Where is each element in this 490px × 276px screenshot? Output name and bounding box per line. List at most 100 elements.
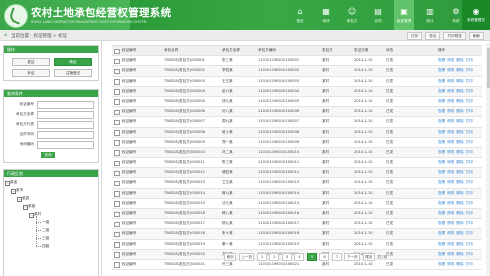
row-action-link[interactable]: 查看 (438, 68, 445, 73)
row-checkbox[interactable] (114, 150, 120, 156)
row-action-link[interactable]: 打印 (466, 252, 473, 257)
action-button[interactable]: 补证 (12, 69, 50, 77)
table-row[interactable]: 权证编号 T98328(发包方)000003 王五某 1101011980101000… (112, 77, 482, 87)
table-row[interactable]: 权证编号 T98328(发包方)000013 卫五某 1101011980101000… (112, 178, 482, 189)
row-checkbox[interactable] (114, 130, 120, 136)
tree-node[interactable]: 一组 (42, 220, 49, 225)
page-number-button[interactable]: 1 (256, 253, 267, 261)
row-action-link[interactable]: 打印 (466, 89, 473, 94)
row-action-link[interactable]: 查看 (438, 180, 445, 185)
row-action-link[interactable]: 查看 (438, 201, 445, 206)
row-checkbox[interactable] (114, 242, 120, 248)
row-action-link[interactable]: 查看 (438, 242, 445, 247)
row-action-link[interactable]: 打印 (466, 160, 473, 165)
page-number-button[interactable]: 6 (319, 253, 330, 261)
table-row[interactable]: 权证编号 T98328(发包方)000017 杨九某 1101011980101000… (112, 219, 482, 230)
row-action-link[interactable]: 删除 (456, 89, 463, 94)
row-action-link[interactable]: 删除 (456, 58, 463, 63)
action-button[interactable]: 换证 (54, 58, 92, 66)
tree-node[interactable]: 某市 (16, 188, 23, 193)
row-action-link[interactable]: 打印 (466, 130, 473, 135)
nav-item-5[interactable]: ▣ 权证管理 (394, 0, 414, 30)
tree-node[interactable]: 三组 (42, 236, 49, 241)
row-action-link[interactable]: 打印 (466, 150, 473, 155)
page-number-button[interactable]: 4 (294, 253, 305, 261)
row-action-link[interactable]: 删除 (456, 180, 463, 185)
row-checkbox[interactable] (114, 140, 120, 146)
row-action-link[interactable]: 修改 (447, 160, 454, 165)
table-row[interactable]: 权证编号 T98328(发包方)000018 朱十某 1101011980101000… (112, 229, 482, 240)
tree-node[interactable]: 某县 (22, 196, 29, 201)
row-checkbox[interactable] (114, 211, 120, 217)
row-action-link[interactable]: 删除 (456, 130, 463, 135)
row-action-link[interactable]: 删除 (456, 140, 463, 145)
row-action-link[interactable]: 查看 (438, 58, 445, 63)
row-action-link[interactable]: 打印 (466, 79, 473, 84)
row-action-link[interactable]: 删除 (456, 119, 463, 124)
row-action-link[interactable]: 删除 (456, 242, 463, 247)
scrollbar[interactable] (486, 43, 490, 275)
row-action-link[interactable]: 删除 (456, 109, 463, 114)
row-checkbox[interactable] (114, 68, 120, 75)
row-action-link[interactable]: 查看 (438, 109, 445, 114)
table-row[interactable]: 权证编号 T98328(发包方)000019 秦一某 1101011980101000… (112, 240, 482, 250)
next-page-button[interactable]: 下一页 (344, 253, 361, 261)
row-action-link[interactable]: 修改 (447, 170, 454, 175)
row-action-link[interactable]: 打印 (466, 262, 473, 267)
row-action-link[interactable]: 查看 (438, 252, 445, 257)
tree-node[interactable]: 某镇 (28, 204, 35, 209)
column-header[interactable]: 承包方名称 (222, 48, 240, 53)
toolbar-button[interactable]: 打印 (407, 31, 423, 40)
row-action-link[interactable]: 查看 (438, 119, 445, 124)
action-button[interactable]: 发证 (12, 58, 50, 66)
row-checkbox[interactable] (114, 262, 120, 268)
page-number-button[interactable]: 7 (331, 253, 342, 261)
row-action-link[interactable]: 查看 (438, 79, 445, 84)
row-action-link[interactable]: 查看 (438, 262, 445, 267)
row-action-link[interactable]: 删除 (456, 201, 463, 206)
row-action-link[interactable]: 修改 (447, 201, 454, 206)
table-row[interactable]: 权证编号 T98328(发包方)000014 蒋六某 1101011980101000… (112, 188, 482, 199)
toolbar-button[interactable]: 刷新 (468, 31, 484, 40)
table-row[interactable]: 权证编号 T98328(发包方)000001 张三某 1101011980101000… (112, 56, 482, 67)
page-number-button[interactable]: 3 (281, 253, 292, 261)
row-action-link[interactable]: 打印 (466, 221, 473, 226)
page-number-button[interactable]: 2 (269, 253, 280, 261)
column-header[interactable]: 操作 (438, 48, 445, 53)
column-header[interactable]: 发包方 (322, 48, 333, 53)
row-action-link[interactable]: 修改 (447, 150, 454, 155)
row-action-link[interactable]: 打印 (466, 211, 473, 216)
query-button[interactable]: 查询 (41, 152, 55, 158)
table-row[interactable]: 权证编号 T98328(发包方)000021 许三某 1101011980101000… (112, 260, 482, 271)
query-field-input[interactable] (37, 110, 94, 119)
row-action-link[interactable]: 修改 (447, 242, 454, 247)
row-action-link[interactable]: 打印 (466, 58, 473, 63)
row-action-link[interactable]: 查看 (438, 160, 445, 165)
row-action-link[interactable]: 修改 (447, 262, 454, 267)
row-action-link[interactable]: 打印 (466, 68, 473, 73)
tree-node[interactable]: 某省 (10, 180, 17, 185)
row-action-link[interactable]: 修改 (447, 89, 454, 94)
row-action-link[interactable]: 查看 (438, 231, 445, 236)
row-checkbox[interactable] (114, 109, 120, 116)
query-field-input[interactable] (37, 100, 94, 109)
user-menu[interactable]: ◉ 系统管理员 (462, 0, 490, 30)
row-action-link[interactable]: 查看 (438, 140, 445, 145)
row-action-link[interactable]: 修改 (447, 140, 454, 145)
select-all-checkbox[interactable] (114, 48, 120, 54)
column-header[interactable]: 承包方编码 (258, 48, 276, 53)
row-action-link[interactable]: 打印 (466, 231, 473, 236)
row-action-link[interactable]: 删除 (456, 150, 463, 155)
nav-item-2[interactable]: ▦ 地块 (316, 0, 336, 30)
column-header[interactable]: 权证编号 (122, 48, 136, 53)
toolbar-button[interactable]: 导出 (425, 31, 441, 40)
prev-page-button[interactable]: 上一页 (238, 253, 255, 261)
tree-node[interactable]: 二组 (42, 228, 49, 233)
row-checkbox[interactable] (114, 119, 120, 126)
row-action-link[interactable]: 查看 (438, 170, 445, 175)
table-row[interactable]: 权证编号 T98328(发包方)000008 吴十某 1101011980101000… (112, 127, 482, 138)
row-action-link[interactable]: 打印 (466, 170, 473, 175)
row-action-link[interactable]: 修改 (447, 252, 454, 257)
row-action-link[interactable]: 修改 (447, 231, 454, 236)
row-action-link[interactable]: 删除 (456, 170, 463, 175)
